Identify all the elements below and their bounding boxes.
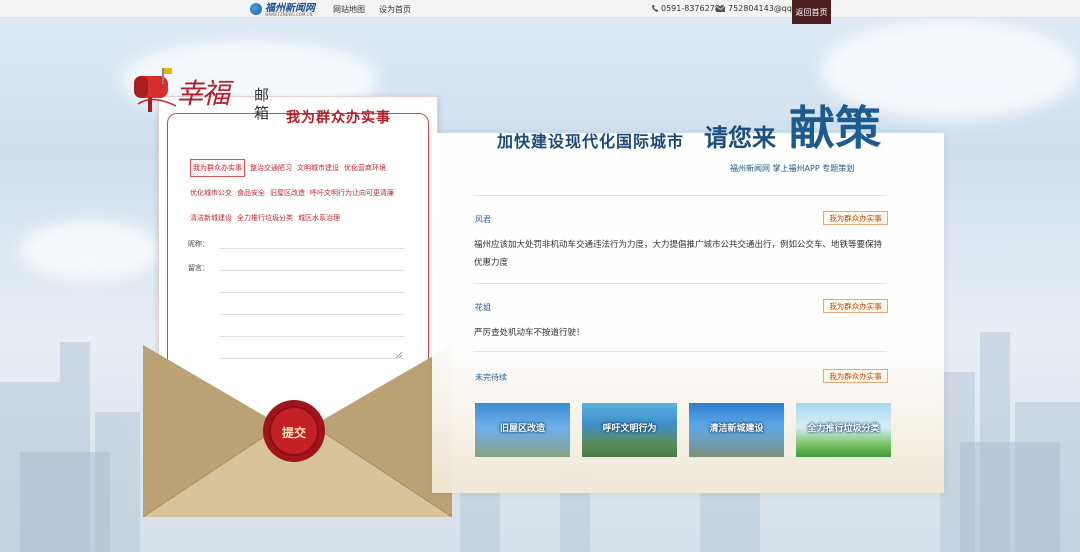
message-author: 花姐 xyxy=(475,303,491,312)
thumbnail-label: 全力推行垃圾分类 xyxy=(807,424,880,434)
set-home-link[interactable]: 设为首页 xyxy=(379,4,411,15)
message-author: 未完待续 xyxy=(475,373,507,382)
message-tag[interactable]: 我为群众办实事 xyxy=(823,211,888,225)
site-map-link[interactable]: 网站地图 xyxy=(333,4,365,15)
topic-item[interactable]: 文明城市建设 xyxy=(297,162,339,174)
headline-main: 加快建设现代化国际城市 xyxy=(497,132,685,151)
topic-item[interactable]: 全力推行垃圾分类 xyxy=(237,212,293,224)
message-tag[interactable]: 我为群众办实事 xyxy=(823,369,888,383)
thumbnail-card[interactable]: 全力推行垃圾分类 xyxy=(796,403,891,457)
site-logo[interactable]: 福州新闻网 WWW.FZNEWS.COM.CN xyxy=(250,1,315,17)
thumbnail-row: 旧屋区改造 呼吁文明行为 清洁新城建设 全力推行垃圾分类 xyxy=(475,403,891,457)
topic-item[interactable]: 旧屋区改造 xyxy=(270,187,305,199)
topic-list: 我为群众办实事 整治交通陋习 文明城市建设 优化营商环境 优化城市公交 食品安全 旧屋区改… xyxy=(190,156,420,231)
divider xyxy=(473,351,887,352)
thumbnail-label: 清洁新城建设 xyxy=(709,424,764,434)
divider xyxy=(473,195,887,196)
back-home-button[interactable]: 返回首页 xyxy=(792,0,831,24)
mail-icon xyxy=(716,5,725,12)
nickname-label: 昵称： xyxy=(188,240,209,248)
phone-icon xyxy=(652,5,658,12)
logo-sub: WWW.FZNEWS.COM.CN xyxy=(265,12,313,17)
message-label: 留言： xyxy=(188,264,209,272)
topic-item[interactable]: 优化城市公交 xyxy=(190,187,232,199)
thumbnail-label: 呼吁文明行为 xyxy=(602,424,657,434)
thumbnail-card[interactable]: 清洁新城建设 xyxy=(689,403,784,457)
letter-title: 我为群众办实事 xyxy=(286,110,391,126)
brand-subtitle: 邮箱 xyxy=(254,86,270,122)
message-line xyxy=(220,336,404,337)
mailbox-icon xyxy=(134,68,177,112)
globe-icon xyxy=(250,3,262,15)
topic-item[interactable]: 清洁新城建设 xyxy=(190,212,232,224)
brand-title: 幸福 xyxy=(176,77,230,110)
divider xyxy=(473,283,887,284)
phone-info: 0591-83762780 xyxy=(652,4,725,13)
headline-invite: 请您来 xyxy=(704,123,776,152)
submit-button[interactable]: 提交 xyxy=(259,424,329,441)
message-line xyxy=(220,292,404,293)
topic-item[interactable]: 整治交通陋习 xyxy=(250,162,292,174)
headline-credits: 福州新闻网 掌上福州APP 专题策划 xyxy=(730,164,855,173)
thumbnail-card[interactable]: 呼吁文明行为 xyxy=(582,403,677,457)
thumbnail-card[interactable]: 旧屋区改造 xyxy=(475,403,570,457)
topic-item[interactable]: 我为群众办实事 xyxy=(190,159,245,177)
message-line xyxy=(220,314,404,315)
headline-emphasis: 献策 xyxy=(789,101,881,155)
message-author: 风君 xyxy=(475,215,491,224)
topic-item[interactable]: 优化营商环境 xyxy=(344,162,386,174)
message-body: 福州应该加大处罚非机动车交通违法行为力度，大力提倡推广城市公共交通出行，例如公交… xyxy=(474,240,883,268)
thumbnail-label: 旧屋区改造 xyxy=(499,424,545,434)
message-body: 严厉查处机动车不按道行驶！ xyxy=(474,328,585,338)
message-field[interactable] xyxy=(220,270,404,271)
top-bar: 福州新闻网 WWW.FZNEWS.COM.CN 网站地图 设为首页 0591-8… xyxy=(0,0,1080,24)
nickname-field[interactable] xyxy=(220,248,404,249)
topic-item[interactable]: 呼吁文明行为让向可更清廉 xyxy=(310,187,394,199)
topic-item[interactable]: 食品安全 xyxy=(237,187,265,199)
message-tag[interactable]: 我为群众办实事 xyxy=(823,299,888,313)
topic-item[interactable]: 城区水系治理 xyxy=(298,212,340,224)
